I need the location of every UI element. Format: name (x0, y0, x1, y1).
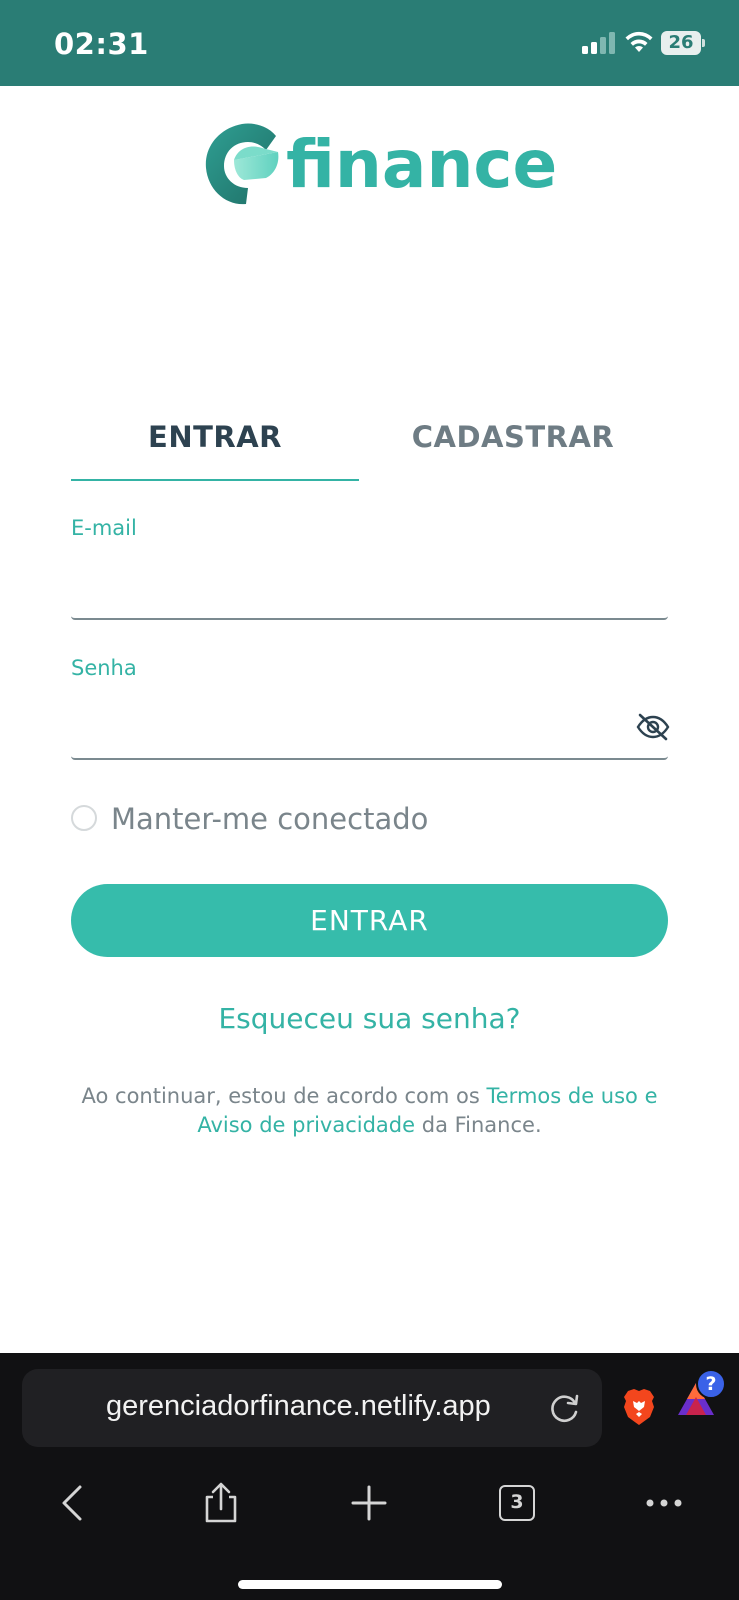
signal-icon (582, 32, 615, 54)
battery-icon: 26 (661, 31, 705, 55)
remember-me-label: Manter-me conectado (111, 802, 429, 836)
brave-shield-icon[interactable] (622, 1387, 656, 1427)
terms-text: Ao continuar, estou de acordo com os Ter… (60, 1082, 679, 1140)
home-indicator[interactable] (238, 1580, 502, 1589)
remember-me[interactable]: Manter-me conectado (71, 802, 471, 842)
tabs-button[interactable]: 3 (495, 1481, 539, 1525)
new-tab-icon[interactable] (347, 1481, 391, 1525)
status-time: 02:31 (54, 27, 149, 61)
email-field[interactable] (71, 552, 668, 618)
more-menu-icon[interactable] (642, 1481, 686, 1525)
brand-name: finance (286, 126, 558, 203)
browser-toolbar: gerenciadorfinance.netlify.app ? 3 (0, 1353, 739, 1600)
password-field[interactable] (71, 692, 668, 758)
share-icon[interactable] (199, 1481, 243, 1525)
login-button[interactable]: ENTRAR (71, 884, 668, 957)
password-label: Senha (71, 656, 137, 680)
back-icon[interactable] (52, 1481, 96, 1525)
remember-me-radio[interactable] (71, 805, 97, 831)
finance-logo-icon (205, 123, 279, 205)
reload-icon[interactable] (548, 1391, 582, 1425)
brand-logo: finance (204, 122, 557, 218)
status-bar: 02:31 26 (0, 0, 739, 86)
eye-off-icon[interactable] (636, 712, 670, 742)
email-label: E-mail (71, 516, 137, 540)
rewards-badge: ? (696, 1369, 726, 1399)
active-tab-indicator (71, 479, 359, 481)
tab-login[interactable]: ENTRAR (71, 420, 359, 480)
wifi-icon (625, 31, 653, 52)
terms-prefix: Ao continuar, estou de acordo com os (81, 1084, 487, 1108)
url-text[interactable]: gerenciadorfinance.netlify.app (106, 1390, 491, 1423)
rewards-icon[interactable]: ? (676, 1369, 736, 1429)
battery-level: 26 (661, 31, 701, 55)
tab-count: 3 (499, 1485, 535, 1521)
forgot-password-link[interactable]: Esqueceu sua senha? (0, 1002, 739, 1035)
terms-suffix: da Finance. (415, 1113, 542, 1137)
email-field-container (71, 552, 668, 620)
tab-signup[interactable]: CADASTRAR (370, 420, 656, 480)
password-field-container (71, 692, 670, 760)
address-bar[interactable]: gerenciadorfinance.netlify.app (22, 1369, 602, 1447)
